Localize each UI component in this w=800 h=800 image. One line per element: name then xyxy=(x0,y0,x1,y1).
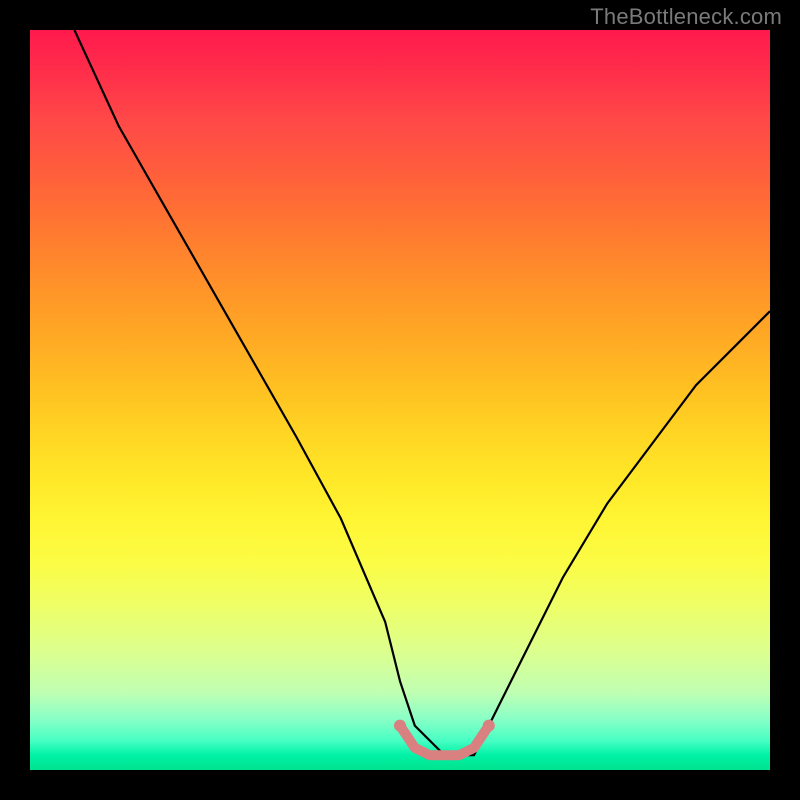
bottom-highlight xyxy=(400,726,489,756)
plot-area xyxy=(30,30,770,770)
chart-frame: TheBottleneck.com xyxy=(0,0,800,800)
watermark-label: TheBottleneck.com xyxy=(590,4,782,30)
highlight-dot xyxy=(394,720,406,732)
bottleneck-curve xyxy=(74,30,770,755)
highlight-dot xyxy=(483,720,495,732)
chart-svg xyxy=(30,30,770,770)
